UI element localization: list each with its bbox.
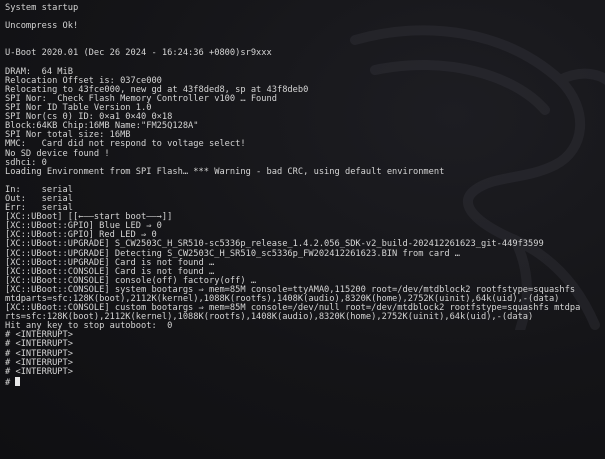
terminal-line: Hit any key to stop autoboot: 0 <box>5 321 173 332</box>
terminal-line: # <INTERRUPT> <box>5 366 73 377</box>
terminal-line: # <INTERRUPT> <box>5 330 73 341</box>
terminal-output: System startup Uncompress Ok! U-Boot 2020.… <box>5 3 600 388</box>
terminal-line: No SD device found ! <box>5 148 110 159</box>
terminal-line: Uncompress Ok! <box>5 21 79 32</box>
terminal-line: Out: serial <box>5 193 73 204</box>
terminal-line: U-Boot 2020.01 (Dec 26 2024 - 16:24:36 +… <box>5 48 272 59</box>
terminal-line: # <INTERRUPT> <box>5 357 73 368</box>
terminal-line: # <INTERRUPT> <box>5 348 73 359</box>
text-cursor <box>15 376 21 386</box>
terminal-line: Loading Environment from SPI Flash… *** … <box>5 166 445 177</box>
terminal-line: System startup <box>5 3 79 13</box>
prompt-symbol: # <box>5 377 11 388</box>
terminal-prompt-line[interactable]: # <box>5 376 600 388</box>
terminal-window[interactable]: System startup Uncompress Ok! U-Boot 2020.… <box>0 0 605 459</box>
terminal-line: In: serial <box>5 184 73 195</box>
terminal-line: # <INTERRUPT> <box>5 339 73 350</box>
